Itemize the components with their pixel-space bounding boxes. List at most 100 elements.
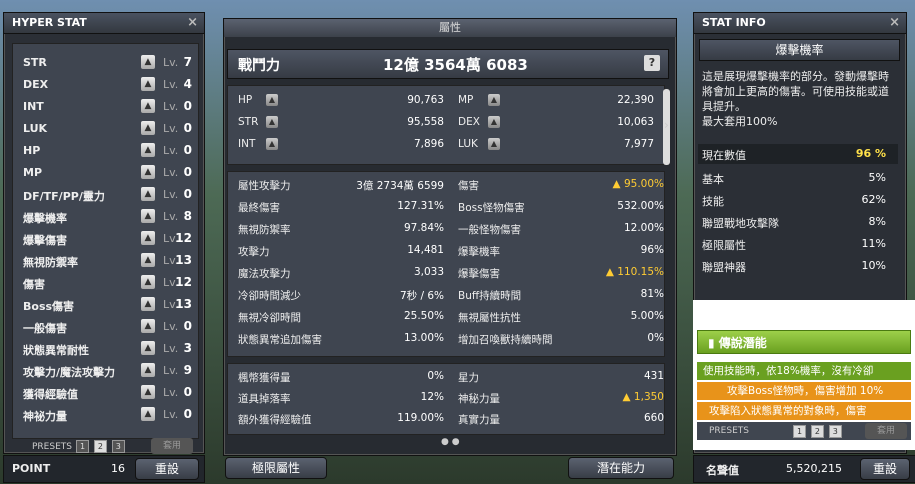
limit-stat-button[interactable]: 極限屬性 — [225, 457, 327, 479]
stat-label: Buff持續時間 — [458, 290, 522, 302]
arrow-up-icon[interactable]: ▲ — [141, 121, 155, 135]
hyper-stat-row: 獲得經驗值 ▲ Lv. 0 — [13, 382, 198, 404]
current-value: 96 % — [855, 147, 886, 160]
arrow-up-icon[interactable]: ▲ — [141, 319, 155, 333]
stat-label: Boss怪物傷害 — [458, 202, 525, 214]
hyper-stat-row: DEX ▲ Lv. 4 — [13, 74, 198, 96]
ability-line-2: 攻擊Boss怪物時，傷害增加 10% — [697, 382, 911, 400]
source-label: 基本 — [702, 173, 724, 186]
preset-3-button[interactable]: 3 — [111, 440, 125, 453]
arrow-up-icon[interactable]: ▲ — [141, 55, 155, 69]
stat-value: 7秒 / 6% — [399, 290, 444, 302]
arrow-up-icon[interactable]: ▲ — [141, 209, 155, 223]
stat-value: 90,763 — [407, 94, 444, 106]
arrow-up-icon[interactable]: ▲ — [141, 363, 155, 377]
stat-label: 星力 — [458, 372, 479, 384]
arrow-up-icon[interactable]: ▲ — [141, 187, 155, 201]
hyper-stat-name: STR — [23, 56, 47, 69]
stat-value: 0% — [427, 370, 444, 382]
stat-label: 道具掉落率 — [238, 393, 291, 405]
arrow-up-icon[interactable]: ▲ — [141, 143, 155, 157]
hyper-stat-level: 4 — [183, 77, 192, 91]
arrow-up-icon[interactable]: ▲ — [141, 275, 155, 289]
ability-apply-button[interactable]: 套用 — [865, 423, 907, 439]
combat-power-value: 12億 3564萬 6083 — [383, 56, 528, 74]
arrow-up-icon[interactable]: ▲ — [141, 341, 155, 355]
hyper-stat-level: 0 — [183, 187, 192, 201]
preset-2-button[interactable]: 2 — [93, 440, 107, 453]
ability-preset-1-button[interactable]: 1 — [793, 425, 806, 438]
stat-label: 增加召喚獸持續時間 — [458, 334, 553, 346]
basic-stats-panel: HP ▲ 90,763 MP ▲ 22,390 STR ▲ 95,558 DEX … — [227, 85, 665, 165]
stat-label: 神秘力量 — [458, 393, 500, 405]
hyper-stat-titlebar[interactable]: HYPER STAT × — [4, 13, 204, 34]
stat-value: 95,558 — [407, 116, 444, 128]
potential-button[interactable]: 潛在能力 — [568, 457, 674, 479]
fame-bar: 名聲值 5,520,215 重設 — [693, 455, 915, 483]
hyper-stat-name: HP — [23, 144, 41, 157]
arrow-up-icon[interactable]: ▲ — [141, 385, 155, 399]
apply-preset-button[interactable]: 套用 — [151, 438, 193, 454]
hyper-stat-level: 0 — [183, 319, 192, 333]
ability-panel: ▮ 傳說潛能 使用技能時，依18%機率，沒有冷卻 攻擊Boss怪物時，傷害增加 … — [693, 300, 915, 450]
hyper-stat-title: HYPER STAT — [12, 16, 87, 29]
arrow-up-icon[interactable]: ▲ — [266, 138, 278, 150]
stat-value: 22,390 — [617, 94, 654, 106]
preset-1-button[interactable]: 1 — [76, 440, 89, 453]
arrow-up-icon[interactable]: ▲ — [266, 116, 278, 128]
arrow-up-icon[interactable]: ▲ — [141, 407, 155, 421]
stat-info-titlebar[interactable]: STAT INFO × — [694, 13, 906, 34]
level-label: Lv. — [163, 342, 179, 355]
stat-value: 127.31% — [397, 200, 444, 212]
hyper-stat-level: 0 — [183, 121, 192, 135]
ability-line-3: 攻擊陷入狀態異常的對象時，傷害 — [697, 402, 911, 420]
fame-reset-button[interactable]: 重設 — [860, 458, 910, 480]
hyper-stat-name: 傷害 — [23, 278, 45, 291]
stat-window-title[interactable]: 屬性 — [224, 19, 676, 37]
hyper-stat-row: MP ▲ Lv. 0 — [13, 162, 198, 184]
stat-value: 5.00% — [630, 310, 664, 322]
stat-label: 額外獲得經驗值 — [238, 414, 312, 426]
close-icon[interactable]: × — [889, 13, 900, 33]
page-indicator[interactable]: ● ● — [441, 437, 460, 447]
stat-label: 傷害 — [458, 180, 479, 192]
arrow-up-icon[interactable]: ▲ — [488, 116, 500, 128]
level-label: Lv. — [163, 100, 179, 113]
close-icon[interactable]: × — [187, 13, 198, 33]
arrow-up-icon[interactable]: ▲ — [488, 138, 500, 150]
ability-presets-bar: PRESETS 1 2 3 套用 — [697, 422, 911, 440]
stat-label: 無視屬性抗性 — [458, 312, 521, 324]
arrow-up-icon[interactable]: ▲ — [141, 165, 155, 179]
arrow-up-icon[interactable]: ▲ — [488, 94, 500, 106]
source-value: 8% — [868, 215, 886, 228]
arrow-up-icon[interactable]: ▲ — [141, 253, 155, 267]
hyper-reset-button[interactable]: 重設 — [135, 458, 199, 480]
arrow-up-icon[interactable]: ▲ — [141, 231, 155, 245]
stat-source-row: 聯盟神器 10% — [698, 256, 898, 276]
stat-label: 狀態異常追加傷害 — [238, 334, 322, 346]
arrow-up-icon[interactable]: ▲ — [141, 99, 155, 113]
ability-preset-2-button[interactable]: 2 — [810, 425, 824, 438]
arrow-up-icon[interactable]: ▲ — [266, 94, 278, 106]
stat-label: 最終傷害 — [238, 202, 280, 214]
arrow-up-icon[interactable]: ▲ — [141, 77, 155, 91]
hyper-stat-name: MP — [23, 166, 43, 179]
source-value: 5% — [868, 171, 886, 184]
hyper-stat-window: HYPER STAT × STR ▲ Lv. 7 DEX ▲ Lv. 4 INT ▲… — [3, 12, 205, 454]
help-button[interactable]: ? — [644, 55, 660, 71]
hyper-stat-row: DF/TF/PP/靈力 ▲ Lv. 0 — [13, 184, 198, 206]
stat-label: INT — [238, 138, 256, 150]
hyper-stat-name: Boss傷害 — [23, 300, 75, 313]
stat-value: 532.00% — [617, 200, 664, 212]
level-label: Lv. — [163, 78, 179, 91]
hyper-stat-row: 傷害 ▲ Lv. 12 — [13, 272, 198, 294]
arrow-up-icon[interactable]: ▲ — [141, 297, 155, 311]
stat-label: DEX — [458, 116, 480, 128]
ability-preset-3-button[interactable]: 3 — [828, 425, 842, 438]
source-label: 聯盟戰地攻擊隊 — [702, 217, 779, 230]
chevron-right-icon[interactable]: › — [664, 118, 669, 132]
stat-source-row: 基本 5% — [698, 168, 898, 188]
hyper-stat-level: 0 — [183, 99, 192, 113]
hyper-stat-name: DF/TF/PP/靈力 — [23, 190, 105, 203]
stat-value: 0% — [647, 332, 664, 344]
